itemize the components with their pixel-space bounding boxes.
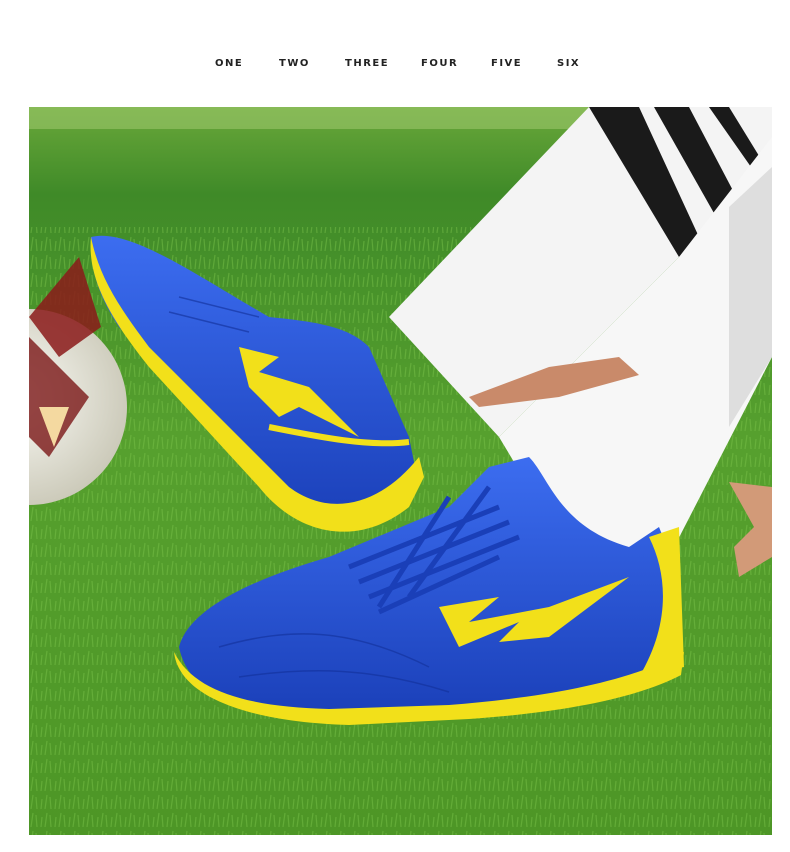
tab-bar: ONE TWO THREE FOUR FIVE SIX [0,58,790,74]
soccer-shoes-illustration [29,107,772,835]
tab-two[interactable]: TWO [279,58,310,69]
tab-three[interactable]: THREE [345,58,389,69]
tab-six: SIX [557,58,581,69]
product-photo [29,107,772,835]
tab-one[interactable]: ONE [215,58,243,69]
tab-four[interactable]: FOUR [421,58,458,69]
tab-five[interactable]: FIVE [491,58,522,69]
